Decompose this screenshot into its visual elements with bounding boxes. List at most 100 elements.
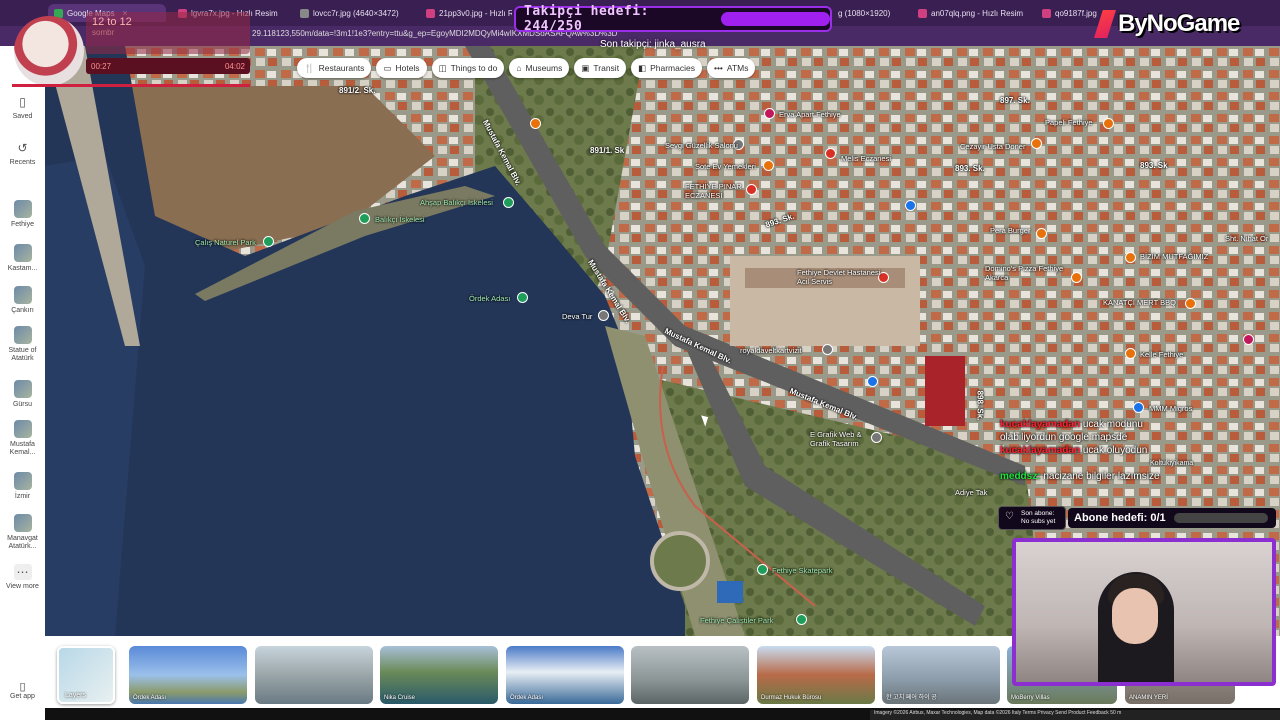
pharmacy-pin-icon[interactable] bbox=[825, 148, 836, 159]
hotel-pin-icon[interactable] bbox=[764, 108, 775, 119]
place-label[interactable]: Fethiye Çalıştiler Park bbox=[700, 616, 773, 625]
place-label[interactable]: Sht. Nihat Ör bbox=[1225, 234, 1268, 243]
tab-image-6[interactable]: qo9187f.jpg - Hızlı bbox=[1036, 4, 1098, 22]
place-label[interactable]: Cezayir Usta Doner bbox=[960, 142, 1025, 151]
sidebar-item-recent-place[interactable]: İzmir bbox=[0, 472, 45, 501]
music-widget: 12 to 12 sombr 00:27 04:02 bbox=[0, 6, 258, 87]
pharmacy-pin-icon[interactable] bbox=[746, 184, 757, 195]
place-label[interactable]: Melis Eczanesi bbox=[841, 154, 891, 163]
road-label: 893. Sk. bbox=[955, 164, 985, 173]
place-thumbnail bbox=[13, 380, 32, 398]
restaurant-pin-icon[interactable] bbox=[763, 160, 774, 171]
place-label[interactable]: KANATÇI MERT BBQ bbox=[1103, 298, 1176, 307]
parking-pin-icon[interactable] bbox=[867, 376, 878, 387]
park-pin-icon[interactable] bbox=[796, 614, 807, 625]
restaurant-pin-icon[interactable] bbox=[1125, 348, 1136, 359]
place-label[interactable]: Pera Burger bbox=[990, 226, 1030, 235]
bynogame-logo: ByNoGame bbox=[1094, 6, 1280, 42]
photo-thumbnail[interactable]: Ördek Adası bbox=[129, 646, 247, 704]
sidebar-item-view-more[interactable]: ⋯ View more bbox=[0, 564, 45, 591]
tab-image-4[interactable]: g (1080×1920) bbox=[832, 4, 902, 22]
place-label[interactable]: royaldaveltkartvizit bbox=[740, 346, 802, 355]
photo-thumbnail[interactable] bbox=[255, 646, 373, 704]
chip-things-to-do[interactable]: ◫ Things to do bbox=[431, 58, 505, 78]
place-pin-icon[interactable] bbox=[822, 344, 833, 355]
webcam-feed bbox=[1012, 538, 1276, 686]
sidebar-item-recent-place[interactable]: Kastam... bbox=[0, 244, 45, 273]
place-label[interactable]: Çalış Naturel Park bbox=[195, 238, 256, 247]
restaurant-pin-icon[interactable] bbox=[1125, 252, 1136, 263]
tab-image-5[interactable]: an07qlq.png - Hızlı Resim bbox=[912, 4, 1024, 22]
sidebar-item-recent-place[interactable]: Çankırı bbox=[0, 286, 45, 315]
hotel-pin-icon[interactable] bbox=[1243, 334, 1254, 345]
sidebar-item-recent-place[interactable]: Gürsu bbox=[0, 380, 45, 409]
grocery-pin-icon[interactable] bbox=[1133, 402, 1144, 413]
place-label[interactable]: Kelle Fethiye bbox=[1140, 350, 1183, 359]
place-label[interactable]: Deva Tur bbox=[562, 312, 592, 321]
logo-mark-icon bbox=[1094, 10, 1116, 38]
streamer-face bbox=[1112, 588, 1158, 644]
park-pin-icon[interactable] bbox=[359, 213, 370, 224]
chip-atms[interactable]: ••• ATMs bbox=[706, 58, 756, 78]
chip-pharmacies[interactable]: ◧ Pharmacies bbox=[631, 58, 702, 78]
category-chips: 🍴 Restaurants ▭ Hotels ◫ Things to do ⌂ Muse… bbox=[297, 58, 756, 78]
restaurant-pin-icon[interactable] bbox=[1185, 298, 1196, 309]
place-label[interactable]: Fethiye Skatepark bbox=[772, 566, 832, 575]
place-label[interactable]: Domino's Pizza Fethiye Akarca bbox=[985, 264, 1070, 282]
chat-message: meddsz: nacizane bilgiler lazımsize bbox=[1000, 471, 1160, 482]
place-label[interactable]: Balıkçı İskelesi bbox=[375, 215, 425, 224]
place-label[interactable]: Papeli Fethiye bbox=[1045, 118, 1093, 127]
place-label[interactable]: E Grafik Web & Grafik Tasarım bbox=[810, 430, 870, 448]
chip-hotels[interactable]: ▭ Hotels bbox=[376, 58, 427, 78]
get-app-button[interactable]: ▯ Get app bbox=[0, 680, 45, 700]
sidebar-item-recent-place[interactable]: Fethiye bbox=[0, 200, 45, 229]
tab-image-2[interactable]: lovcc7r.jpg (4640×3472) bbox=[294, 4, 412, 22]
place-label[interactable]: Adiye Tak bbox=[955, 488, 987, 497]
layers-button[interactable]: Layers bbox=[57, 646, 115, 704]
restaurant-pin-icon[interactable] bbox=[1071, 272, 1082, 283]
chip-museums[interactable]: ⌂ Museums bbox=[509, 58, 570, 78]
photo-thumbnail[interactable]: Nika Cruise bbox=[380, 646, 498, 704]
island-pin-icon[interactable] bbox=[517, 292, 528, 303]
dots-icon: ••• bbox=[713, 63, 723, 73]
chip-restaurants[interactable]: 🍴 Restaurants bbox=[297, 58, 372, 78]
place-label[interactable]: Erva Apart Fethiye bbox=[779, 110, 841, 119]
bookmark-icon: ▯ bbox=[19, 95, 26, 109]
sidebar-item-saved[interactable]: ▯ Saved bbox=[0, 94, 45, 121]
follow-goal-text: Takipçi hedefi: 244/250 bbox=[524, 4, 649, 34]
place-pin-icon[interactable] bbox=[598, 310, 609, 321]
place-label[interactable]: Ördek Adası bbox=[469, 294, 510, 303]
place-label[interactable]: Sote Ev Yemekleri bbox=[695, 162, 756, 171]
restaurant-pin-icon[interactable] bbox=[1103, 118, 1114, 129]
train-icon: ▣ bbox=[581, 62, 590, 73]
chip-transit[interactable]: ▣ Transit bbox=[574, 58, 627, 78]
sidebar-item-recents[interactable]: ↺ Recents bbox=[0, 140, 45, 167]
place-label[interactable]: Ahşap Balıkçı İskelesi bbox=[420, 198, 493, 207]
sidebar-item-recent-place[interactable]: Mustafa Kemal... bbox=[0, 420, 45, 457]
park-pin-icon[interactable] bbox=[503, 197, 514, 208]
tab-image-3[interactable]: 21pp3v0.jpg - Hızlı Resim bbox=[420, 4, 512, 22]
photo-thumbnail[interactable] bbox=[631, 646, 749, 704]
photo-thumbnail[interactable]: Durmaz Hukuk Bürosu bbox=[757, 646, 875, 704]
place-label[interactable]: FETHİYE PINAR ECZANESİ bbox=[685, 182, 745, 200]
sidebar-item-recent-place[interactable]: Statue of Atatürk bbox=[0, 326, 45, 363]
place-label[interactable]: BİZİM MUTFAĞIMIZ bbox=[1140, 252, 1208, 261]
place-thumbnail bbox=[13, 200, 32, 218]
image-favicon-icon bbox=[918, 8, 927, 18]
park-pin-icon[interactable] bbox=[757, 564, 768, 575]
restaurant-pin-icon[interactable] bbox=[530, 118, 541, 129]
place-label[interactable]: Sevgi Güzellik Salonu bbox=[665, 141, 738, 150]
place-label[interactable]: Fethiye Devlet Hastanesi Acil Servis bbox=[797, 268, 887, 286]
restaurant-pin-icon[interactable] bbox=[1036, 228, 1047, 239]
restaurant-pin-icon[interactable] bbox=[1031, 138, 1042, 149]
place-pin-icon[interactable] bbox=[871, 432, 882, 443]
photo-thumbnail[interactable]: Ördek Adası bbox=[506, 646, 624, 704]
sidebar-item-recent-place[interactable]: Manavgat Atatürk... bbox=[0, 514, 45, 551]
parking-pin-icon[interactable] bbox=[905, 200, 916, 211]
photo-thumbnail[interactable]: 한 고치 페어 하이 공 bbox=[882, 646, 1000, 704]
place-thumbnail bbox=[13, 244, 32, 262]
map-attribution-footer: Imagery ©2026 Airbus, Maxar Technologies… bbox=[870, 710, 1280, 720]
park-pin-icon[interactable] bbox=[263, 236, 274, 247]
song-artist: sombr bbox=[92, 28, 115, 37]
place-label[interactable]: MMM Migros bbox=[1149, 404, 1192, 413]
